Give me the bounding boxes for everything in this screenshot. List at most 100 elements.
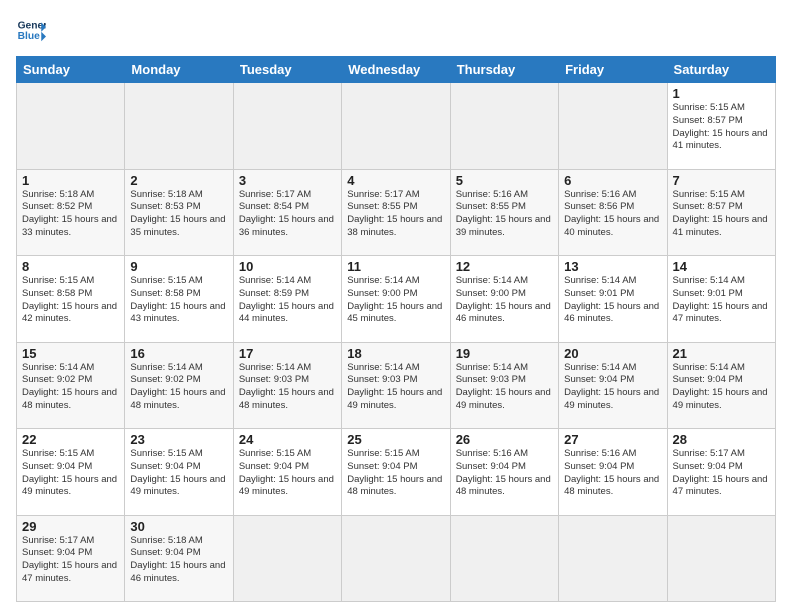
day-info: Sunrise: 5:16 AMSunset: 9:04 PMDaylight:… xyxy=(564,448,661,499)
calendar-cell xyxy=(450,83,558,170)
day-info: Sunrise: 5:16 AMSunset: 8:55 PMDaylight:… xyxy=(456,189,553,240)
calendar-cell: 1Sunrise: 5:18 AMSunset: 8:52 PMDaylight… xyxy=(17,169,125,256)
calendar-cell xyxy=(342,83,450,170)
day-info: Sunrise: 5:14 AMSunset: 9:00 PMDaylight:… xyxy=(347,275,444,326)
calendar-table: SundayMondayTuesdayWednesdayThursdayFrid… xyxy=(16,56,776,602)
day-info: Sunrise: 5:15 AMSunset: 8:57 PMDaylight:… xyxy=(673,189,770,240)
calendar-cell: 9Sunrise: 5:15 AMSunset: 8:58 PMDaylight… xyxy=(125,256,233,343)
calendar-cell: 30Sunrise: 5:18 AMSunset: 9:04 PMDayligh… xyxy=(125,515,233,602)
day-number: 12 xyxy=(456,259,553,274)
day-number: 23 xyxy=(130,432,227,447)
day-number: 19 xyxy=(456,346,553,361)
day-info: Sunrise: 5:14 AMSunset: 8:59 PMDaylight:… xyxy=(239,275,336,326)
calendar-cell: 25Sunrise: 5:15 AMSunset: 9:04 PMDayligh… xyxy=(342,429,450,516)
calendar-week-row: 15 Sunrise: 5:14 AMSunset: 9:02 PMDayligh… xyxy=(17,342,776,429)
calendar-cell xyxy=(342,515,450,602)
col-header-saturday: Saturday xyxy=(667,57,775,83)
day-number: 29 xyxy=(22,519,119,534)
col-header-friday: Friday xyxy=(559,57,667,83)
calendar-cell: 5Sunrise: 5:16 AMSunset: 8:55 PMDaylight… xyxy=(450,169,558,256)
day-number: 1 xyxy=(673,86,770,101)
calendar-cell xyxy=(125,83,233,170)
day-number: 13 xyxy=(564,259,661,274)
day-info: Sunrise: 5:15 AMSunset: 8:57 PMDaylight:… xyxy=(673,102,770,153)
day-info: Sunrise: 5:15 AMSunset: 8:58 PMDaylight:… xyxy=(130,275,227,326)
calendar-cell: 11Sunrise: 5:14 AMSunset: 9:00 PMDayligh… xyxy=(342,256,450,343)
day-number: 15 xyxy=(22,346,119,361)
calendar-week-row: 1Sunrise: 5:18 AMSunset: 8:52 PMDaylight… xyxy=(17,169,776,256)
day-number: 8 xyxy=(22,259,119,274)
calendar-week-row: 8Sunrise: 5:15 AMSunset: 8:58 PMDaylight… xyxy=(17,256,776,343)
calendar-cell: 22Sunrise: 5:15 AMSunset: 9:04 PMDayligh… xyxy=(17,429,125,516)
day-number: 21 xyxy=(673,346,770,361)
calendar-cell xyxy=(559,515,667,602)
day-info: Sunrise: 5:15 AMSunset: 8:58 PMDaylight:… xyxy=(22,275,119,326)
calendar-cell: 14Sunrise: 5:14 AMSunset: 9:01 PMDayligh… xyxy=(667,256,775,343)
day-number: 22 xyxy=(22,432,119,447)
calendar-week-row: 1Sunrise: 5:15 AMSunset: 8:57 PMDaylight… xyxy=(17,83,776,170)
calendar-cell: 3Sunrise: 5:17 AMSunset: 8:54 PMDaylight… xyxy=(233,169,341,256)
day-info: Sunrise: 5:18 AMSunset: 9:04 PMDaylight:… xyxy=(130,535,227,586)
day-info: Sunrise: 5:15 AMSunset: 9:04 PMDaylight:… xyxy=(347,448,444,499)
day-number: 7 xyxy=(673,173,770,188)
calendar-cell xyxy=(233,83,341,170)
calendar-cell: 8Sunrise: 5:15 AMSunset: 8:58 PMDaylight… xyxy=(17,256,125,343)
svg-text:Blue: Blue xyxy=(18,31,41,42)
calendar-cell xyxy=(559,83,667,170)
calendar-cell: 6Sunrise: 5:16 AMSunset: 8:56 PMDaylight… xyxy=(559,169,667,256)
calendar-cell xyxy=(17,83,125,170)
calendar-cell xyxy=(667,515,775,602)
day-info: Sunrise: 5:14 AMSunset: 9:04 PMDaylight:… xyxy=(673,362,770,413)
day-info: Sunrise: 5:14 AMSunset: 9:02 PMDaylight:… xyxy=(130,362,227,413)
calendar-cell xyxy=(233,515,341,602)
day-number: 6 xyxy=(564,173,661,188)
day-number: 2 xyxy=(130,173,227,188)
col-header-wednesday: Wednesday xyxy=(342,57,450,83)
calendar-cell: 4Sunrise: 5:17 AMSunset: 8:55 PMDaylight… xyxy=(342,169,450,256)
calendar-cell: 18Sunrise: 5:14 AMSunset: 9:03 PMDayligh… xyxy=(342,342,450,429)
day-number: 16 xyxy=(130,346,227,361)
day-number: 9 xyxy=(130,259,227,274)
calendar-cell: 1Sunrise: 5:15 AMSunset: 8:57 PMDaylight… xyxy=(667,83,775,170)
calendar-week-row: 22 Sunrise: 5:15 AMSunset: 9:04 PMDayligh… xyxy=(17,429,776,516)
page: General Blue SundayMondayTuesdayWednesda… xyxy=(0,0,792,612)
calendar-cell: 23Sunrise: 5:15 AMSunset: 9:04 PMDayligh… xyxy=(125,429,233,516)
calendar-cell: 7Sunrise: 5:15 AMSunset: 8:57 PMDaylight… xyxy=(667,169,775,256)
day-number: 24 xyxy=(239,432,336,447)
calendar-cell: 20Sunrise: 5:14 AMSunset: 9:04 PMDayligh… xyxy=(559,342,667,429)
calendar-cell xyxy=(450,515,558,602)
day-info: Sunrise: 5:14 AMSunset: 9:03 PMDaylight:… xyxy=(239,362,336,413)
day-info: Sunrise: 5:14 AMSunset: 9:00 PMDaylight:… xyxy=(456,275,553,326)
day-number: 28 xyxy=(673,432,770,447)
calendar-header-row: SundayMondayTuesdayWednesdayThursdayFrid… xyxy=(17,57,776,83)
day-number: 3 xyxy=(239,173,336,188)
day-info: Sunrise: 5:14 AMSunset: 9:04 PMDaylight:… xyxy=(564,362,661,413)
calendar-cell: 2Sunrise: 5:18 AMSunset: 8:53 PMDaylight… xyxy=(125,169,233,256)
calendar-cell: 16Sunrise: 5:14 AMSunset: 9:02 PMDayligh… xyxy=(125,342,233,429)
col-header-tuesday: Tuesday xyxy=(233,57,341,83)
calendar-cell: 19Sunrise: 5:14 AMSunset: 9:03 PMDayligh… xyxy=(450,342,558,429)
day-number: 14 xyxy=(673,259,770,274)
day-info: Sunrise: 5:16 AMSunset: 9:04 PMDaylight:… xyxy=(456,448,553,499)
day-info: Sunrise: 5:16 AMSunset: 8:56 PMDaylight:… xyxy=(564,189,661,240)
header: General Blue xyxy=(16,16,776,46)
day-info: Sunrise: 5:17 AMSunset: 9:04 PMDaylight:… xyxy=(22,535,119,586)
day-info: Sunrise: 5:14 AMSunset: 9:03 PMDaylight:… xyxy=(456,362,553,413)
col-header-monday: Monday xyxy=(125,57,233,83)
day-number: 11 xyxy=(347,259,444,274)
day-number: 17 xyxy=(239,346,336,361)
calendar-cell: 28Sunrise: 5:17 AMSunset: 9:04 PMDayligh… xyxy=(667,429,775,516)
day-info: Sunrise: 5:17 AMSunset: 8:54 PMDaylight:… xyxy=(239,189,336,240)
calendar-cell: 17Sunrise: 5:14 AMSunset: 9:03 PMDayligh… xyxy=(233,342,341,429)
logo-icon: General Blue xyxy=(16,16,46,46)
calendar-week-row: 29Sunrise: 5:17 AMSunset: 9:04 PMDayligh… xyxy=(17,515,776,602)
day-info: Sunrise: 5:15 AMSunset: 9:04 PMDaylight:… xyxy=(239,448,336,499)
col-header-thursday: Thursday xyxy=(450,57,558,83)
day-info: Sunrise: 5:17 AMSunset: 9:04 PMDaylight:… xyxy=(673,448,770,499)
calendar-cell: 15Sunrise: 5:14 AMSunset: 9:02 PMDayligh… xyxy=(17,342,125,429)
day-number: 27 xyxy=(564,432,661,447)
calendar-cell: 13Sunrise: 5:14 AMSunset: 9:01 PMDayligh… xyxy=(559,256,667,343)
day-info: Sunrise: 5:18 AMSunset: 8:53 PMDaylight:… xyxy=(130,189,227,240)
day-number: 4 xyxy=(347,173,444,188)
day-number: 1 xyxy=(22,173,119,188)
